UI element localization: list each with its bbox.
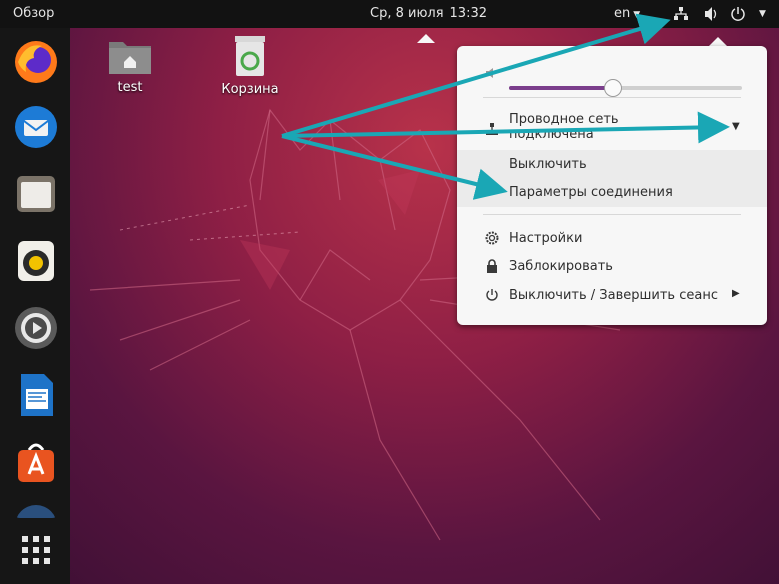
desktop-screen: Обзор Ср, 8 июля 13:32 en ▼ ▼ test Корзи…	[0, 0, 779, 584]
annotation-arrows	[281, 13, 730, 200]
arrow-to-network-icon	[281, 13, 671, 138]
arrow-to-connection-settings	[281, 134, 508, 200]
arrow-to-network-chevron	[281, 111, 730, 144]
